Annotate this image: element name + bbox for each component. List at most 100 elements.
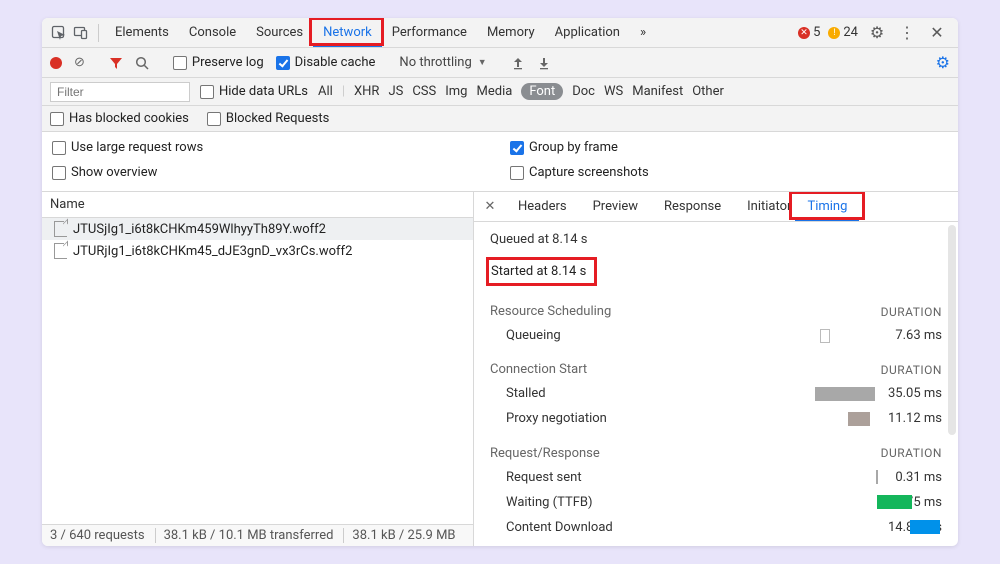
status-bar: 3 / 640 requests 38.1 kB / 10.1 MB trans… [42, 524, 473, 546]
timing-bar [815, 387, 875, 401]
preserve-log-checkbox[interactable]: Preserve log [173, 55, 264, 70]
dtab-initiator[interactable]: Initiator [735, 193, 791, 221]
filter-input[interactable] [50, 82, 190, 102]
metric-value: 11.12 ms [862, 411, 942, 426]
request-name: JTUSjIg1_i6t8kCHKm459WlhyyTh89Y.woff2 [73, 222, 326, 237]
file-icon [54, 243, 67, 259]
settings-icon[interactable]: ⚙ [866, 23, 888, 42]
metric-proxy: Proxy negotiation 11.12 ms [490, 410, 942, 427]
started-at: Started at 8.14 s [486, 257, 597, 286]
filter-icon[interactable] [109, 56, 123, 70]
chevron-down-icon: ▼ [478, 57, 487, 68]
duration-label: DURATION [881, 305, 942, 319]
metric-label: Request sent [490, 470, 640, 485]
tab-elements[interactable]: Elements [105, 19, 179, 47]
console-status: ✕ 5 ! 24 ⚙ ⋮ ✕ [798, 23, 952, 42]
timing-bar [910, 520, 940, 534]
view-options: Use large request rows Show overview Gro… [42, 132, 958, 192]
filter-media[interactable]: Media [477, 84, 513, 99]
request-row[interactable]: JTURjIg1_i6t8kCHKm45_dJE3gnD_vx3rCs.woff… [42, 240, 473, 262]
highlight-network [309, 18, 384, 46]
device-toggle-icon[interactable] [70, 22, 92, 44]
tab-more[interactable]: » [630, 19, 656, 47]
filter-other[interactable]: Other [692, 84, 724, 99]
warning-icon: ! [828, 27, 840, 39]
column-name[interactable]: Name [42, 192, 473, 218]
dtab-response[interactable]: Response [652, 193, 733, 221]
close-devtools-icon[interactable]: ✕ [926, 23, 948, 42]
warnings-badge[interactable]: ! 24 [828, 25, 858, 40]
dtab-preview[interactable]: Preview [581, 193, 650, 221]
metric-label: Queueing [490, 328, 640, 343]
tab-network[interactable]: Network [313, 19, 382, 47]
timing-bar [848, 412, 870, 426]
section-connection-title: Connection Start [490, 362, 881, 377]
error-icon: ✕ [798, 27, 810, 39]
show-overview-checkbox[interactable]: Show overview [52, 165, 490, 180]
close-detail-icon[interactable]: ✕ [480, 199, 500, 214]
search-icon[interactable] [135, 56, 149, 70]
tab-console[interactable]: Console [179, 19, 246, 47]
tab-performance[interactable]: Performance [382, 19, 477, 47]
errors-count: 5 [813, 25, 820, 40]
tab-application[interactable]: Application [545, 19, 630, 47]
disable-cache-label: Disable cache [295, 55, 376, 70]
group-by-frame-checkbox[interactable]: Group by frame [510, 140, 948, 155]
filter-css[interactable]: CSS [412, 84, 436, 99]
filter-doc[interactable]: Doc [572, 84, 595, 99]
clear-icon[interactable]: ⊘ [74, 55, 85, 70]
network-settings-icon[interactable]: ⚙ [936, 53, 950, 72]
timing-body: Queued at 8.14 s Started at 8.14 s Resou… [474, 222, 958, 546]
dtab-headers[interactable]: Headers [506, 193, 579, 221]
record-icon[interactable] [50, 57, 62, 69]
filter-img[interactable]: Img [445, 84, 467, 99]
tab-memory[interactable]: Memory [477, 19, 545, 47]
hide-data-urls-checkbox[interactable]: Hide data URLs [200, 84, 308, 99]
tab-sources[interactable]: Sources [246, 19, 313, 47]
transferred-size: 38.1 kB / 10.1 MB transferred [164, 528, 345, 543]
devtools-panel: Elements Console Sources Network Perform… [42, 18, 958, 546]
request-list: Name JTUSjIg1_i6t8kCHKm459WlhyyTh89Y.wof… [42, 192, 474, 546]
section-reqres: Request/Response DURATION [490, 446, 942, 461]
blocked-cookies-label: Has blocked cookies [69, 111, 189, 126]
metric-queueing: Queueing 7.63 ms [490, 327, 942, 344]
metric-value: 0.31 ms [862, 470, 942, 485]
metric-download: Content Download 14.86 ms [490, 519, 942, 536]
disable-cache-checkbox[interactable]: Disable cache [276, 55, 376, 70]
metric-label: Stalled [490, 386, 640, 401]
metric-sent: Request sent 0.31 ms [490, 469, 942, 486]
detail-panel: ✕ Headers Preview Response Initiator Tim… [474, 192, 958, 546]
metric-label: Content Download [490, 520, 640, 535]
request-row[interactable]: JTUSjIg1_i6t8kCHKm459WlhyyTh89Y.woff2 [42, 218, 473, 240]
download-icon[interactable] [537, 56, 551, 70]
large-rows-label: Use large request rows [71, 140, 203, 155]
network-toolbar: ⊘ Preserve log Disable cache No throttli… [42, 48, 958, 78]
throttling-select[interactable]: No throttling ▼ [399, 55, 486, 70]
filter-xhr[interactable]: XHR [354, 84, 379, 99]
metric-label: Proxy negotiation [490, 411, 640, 426]
filter-js[interactable]: JS [388, 84, 403, 99]
duration-label: DURATION [881, 446, 942, 460]
filter-all[interactable]: All [318, 84, 333, 99]
blocked-cookies-checkbox[interactable]: Has blocked cookies [50, 111, 189, 126]
errors-badge[interactable]: ✕ 5 [798, 25, 820, 40]
large-rows-checkbox[interactable]: Use large request rows [52, 140, 490, 155]
highlight-timing [789, 192, 865, 220]
section-reqres-title: Request/Response [490, 446, 881, 461]
blocked-requests-checkbox[interactable]: Blocked Requests [207, 111, 329, 126]
capture-screenshots-label: Capture screenshots [529, 165, 649, 180]
capture-screenshots-checkbox[interactable]: Capture screenshots [510, 165, 948, 180]
filter-ws[interactable]: WS [604, 84, 623, 99]
filter-font[interactable]: Font [521, 83, 563, 100]
hide-data-urls-label: Hide data URLs [219, 84, 308, 99]
scrollbar[interactable] [948, 225, 956, 435]
queued-at: Queued at 8.14 s [490, 232, 942, 247]
filter-bar-2: Has blocked cookies Blocked Requests [42, 106, 958, 132]
dtab-timing[interactable]: Timing [795, 193, 859, 221]
upload-icon[interactable] [511, 56, 525, 70]
metric-label: Waiting (TTFB) [490, 495, 640, 510]
metric-ttfb: Waiting (TTFB) 17.75 ms [490, 494, 942, 511]
inspect-icon[interactable] [48, 22, 70, 44]
more-icon[interactable]: ⋮ [896, 23, 918, 42]
filter-manifest[interactable]: Manifest [632, 84, 683, 99]
